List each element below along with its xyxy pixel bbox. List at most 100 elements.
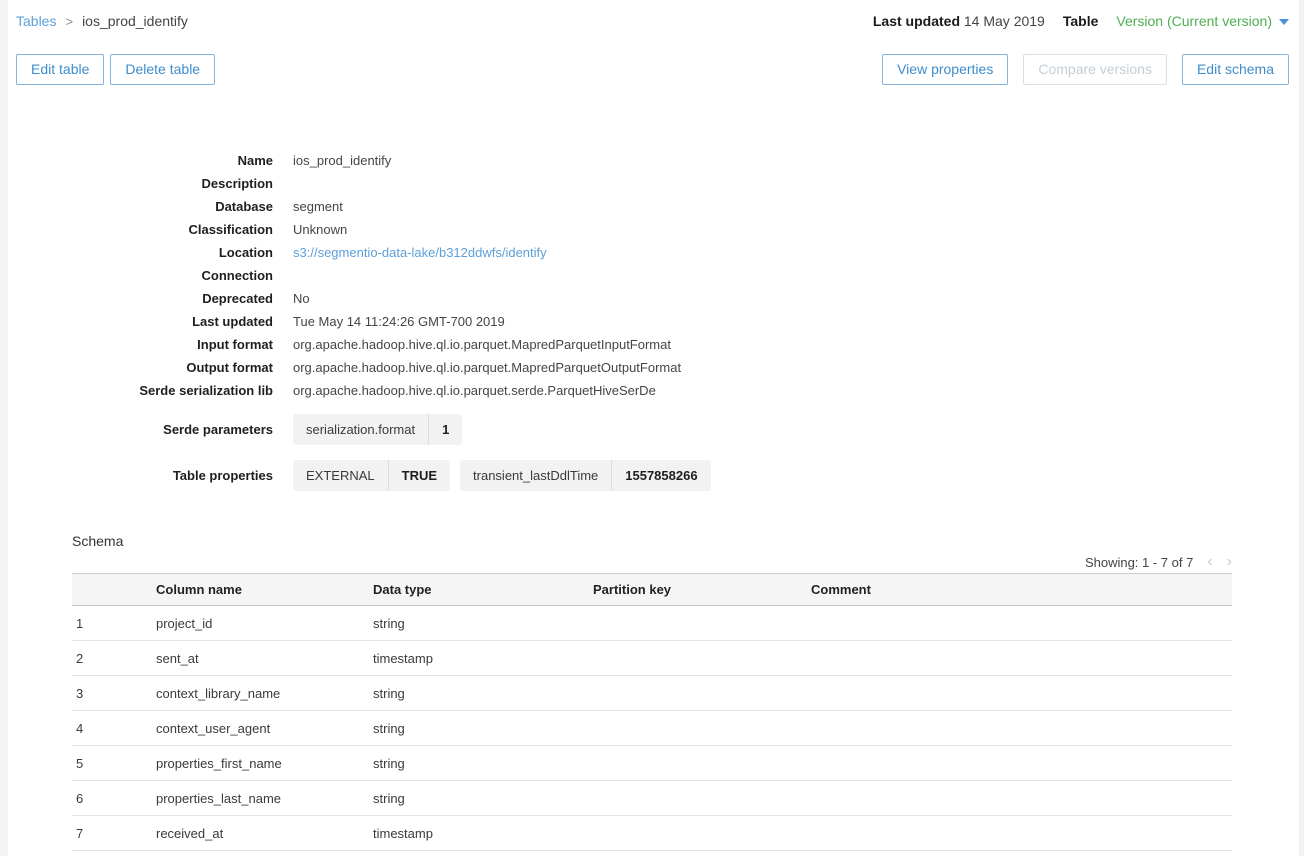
cell-data-type: timestamp	[373, 651, 593, 666]
detail-row-deprecated: Deprecated No	[8, 287, 1299, 310]
detail-row-input-format: Input format org.apache.hadoop.hive.ql.i…	[8, 333, 1299, 356]
header-data-type: Data type	[373, 582, 593, 597]
cell-data-type: string	[373, 791, 593, 806]
breadcrumb-tables-link[interactable]: Tables	[16, 13, 56, 29]
detail-label: Output format	[8, 356, 273, 379]
table-label: Table	[1063, 13, 1099, 29]
version-label: Version (Current version)	[1116, 13, 1272, 29]
table-row: 4 context_user_agent string	[72, 711, 1232, 746]
serde-parameters-chips: serialization.format 1	[293, 414, 462, 445]
last-updated-meta: Last updated 14 May 2019	[873, 13, 1045, 29]
right-actions: View properties Compare versions Edit sc…	[882, 54, 1289, 85]
serde-parameters-row: Serde parameters serialization.format 1	[8, 414, 1299, 445]
row-number: 5	[72, 756, 156, 771]
table-properties-label: Table properties	[8, 461, 273, 491]
header-partition-key: Partition key	[593, 582, 811, 597]
schema-table: Column name Data type Partition key Comm…	[72, 573, 1232, 851]
cell-column-name: project_id	[156, 616, 373, 631]
detail-value: Tue May 14 11:24:26 GMT-700 2019	[293, 310, 505, 333]
version-dropdown[interactable]: Version (Current version)	[1116, 13, 1289, 29]
detail-label: Deprecated	[8, 287, 273, 310]
chip-key: EXTERNAL	[293, 460, 389, 491]
pagination-next-icon[interactable]: ›	[1227, 555, 1232, 569]
table-row: 3 context_library_name string	[72, 676, 1232, 711]
row-number: 6	[72, 791, 156, 806]
actions-bar: Edit table Delete table View properties …	[8, 54, 1299, 85]
header-comment: Comment	[811, 582, 1232, 597]
detail-value: org.apache.hadoop.hive.ql.io.parquet.Map…	[293, 356, 681, 379]
detail-value: Unknown	[293, 218, 347, 241]
table-row: 1 project_id string	[72, 606, 1232, 641]
cell-data-type: string	[373, 721, 593, 736]
last-updated-label: Last updated	[873, 13, 960, 29]
header-column-name: Column name	[156, 582, 373, 597]
cell-data-type: string	[373, 686, 593, 701]
detail-row-location: Location s3://segmentio-data-lake/b312dd…	[8, 241, 1299, 264]
breadcrumb: Tables > ios_prod_identify	[16, 13, 188, 29]
view-properties-button[interactable]: View properties	[882, 54, 1008, 85]
left-actions: Edit table Delete table	[16, 54, 215, 85]
pagination-prev-icon[interactable]: ‹	[1207, 555, 1212, 569]
row-number: 1	[72, 616, 156, 631]
detail-row-output-format: Output format org.apache.hadoop.hive.ql.…	[8, 356, 1299, 379]
serde-parameter-chip: serialization.format 1	[293, 414, 462, 445]
top-bar: Tables > ios_prod_identify Last updated …	[8, 0, 1299, 29]
cell-column-name: received_at	[156, 826, 373, 841]
meta-bar: Last updated 14 May 2019 Table Version (…	[873, 13, 1289, 29]
table-properties-row: Table properties EXTERNAL TRUE transient…	[8, 460, 1299, 491]
detail-label: Connection	[8, 264, 273, 287]
detail-value: segment	[293, 195, 343, 218]
row-number: 3	[72, 686, 156, 701]
cell-data-type: string	[373, 616, 593, 631]
edit-schema-button[interactable]: Edit schema	[1182, 54, 1289, 85]
table-row: 6 properties_last_name string	[72, 781, 1232, 816]
location-link[interactable]: s3://segmentio-data-lake/b312ddwfs/ident…	[293, 241, 547, 264]
detail-row-last-updated: Last updated Tue May 14 11:24:26 GMT-700…	[8, 310, 1299, 333]
last-updated-value: 14 May 2019	[964, 13, 1045, 29]
detail-label: Location	[8, 241, 273, 264]
detail-row-description: Description	[8, 172, 1299, 195]
chip-key: transient_lastDdlTime	[460, 460, 612, 491]
compare-versions-button: Compare versions	[1023, 54, 1167, 85]
detail-label: Classification	[8, 218, 273, 241]
cell-column-name: sent_at	[156, 651, 373, 666]
detail-row-classification: Classification Unknown	[8, 218, 1299, 241]
detail-label: Last updated	[8, 310, 273, 333]
cell-data-type: string	[373, 756, 593, 771]
row-number: 4	[72, 721, 156, 736]
cell-column-name: context_user_agent	[156, 721, 373, 736]
table-properties-chips: EXTERNAL TRUE transient_lastDdlTime 1557…	[293, 460, 711, 491]
table-property-chip: transient_lastDdlTime 1557858266	[460, 460, 711, 491]
table-details-page: Tables > ios_prod_identify Last updated …	[8, 0, 1299, 856]
detail-row-database: Database segment	[8, 195, 1299, 218]
detail-label: Description	[8, 172, 273, 195]
detail-row-serde-lib: Serde serialization lib org.apache.hadoo…	[8, 379, 1299, 402]
detail-value: ios_prod_identify	[293, 149, 391, 172]
serde-parameters-label: Serde parameters	[8, 415, 273, 445]
detail-value: org.apache.hadoop.hive.ql.io.parquet.Map…	[293, 333, 671, 356]
row-number: 7	[72, 826, 156, 841]
cell-column-name: properties_last_name	[156, 791, 373, 806]
breadcrumb-separator-icon: >	[65, 14, 73, 29]
schema-title: Schema	[72, 533, 1232, 549]
cell-column-name: properties_first_name	[156, 756, 373, 771]
delete-table-button[interactable]: Delete table	[110, 54, 215, 85]
table-details: Name ios_prod_identify Description Datab…	[8, 149, 1299, 491]
edit-table-button[interactable]: Edit table	[16, 54, 104, 85]
table-row: 7 received_at timestamp	[72, 816, 1232, 851]
table-row: 2 sent_at timestamp	[72, 641, 1232, 676]
chip-key: serialization.format	[293, 414, 429, 445]
detail-value: org.apache.hadoop.hive.ql.io.parquet.ser…	[293, 379, 656, 402]
chip-value: TRUE	[389, 460, 450, 491]
detail-label: Input format	[8, 333, 273, 356]
schema-section: Schema Showing: 1 - 7 of 7 ‹ › Column na…	[72, 533, 1232, 851]
cell-data-type: timestamp	[373, 826, 593, 841]
cell-column-name: context_library_name	[156, 686, 373, 701]
chip-value: 1557858266	[612, 460, 710, 491]
showing-count: Showing: 1 - 7 of 7	[1085, 555, 1193, 570]
breadcrumb-current-table: ios_prod_identify	[82, 13, 188, 29]
row-number: 2	[72, 651, 156, 666]
chevron-down-icon	[1279, 19, 1289, 25]
chip-value: 1	[429, 414, 462, 445]
detail-row-connection: Connection	[8, 264, 1299, 287]
